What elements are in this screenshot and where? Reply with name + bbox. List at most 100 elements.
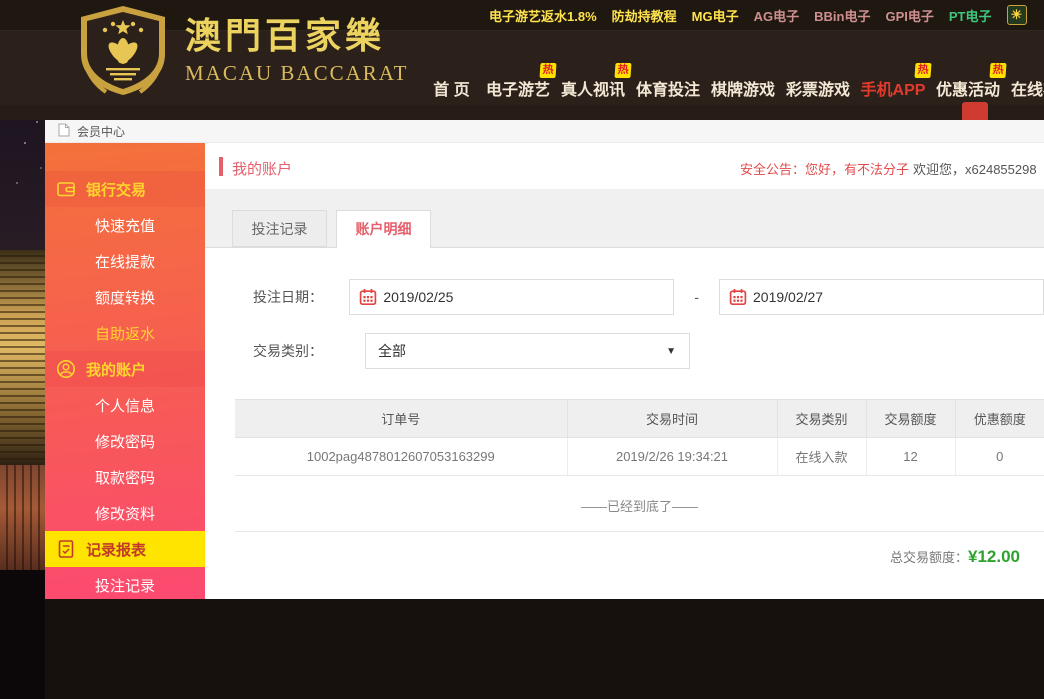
report-icon xyxy=(55,538,77,560)
sidebar-item-label: 自助返水 xyxy=(95,323,155,344)
logo-title-cn: 澳門百家樂 xyxy=(185,18,408,54)
col-order-number: 订单号 xyxy=(235,400,567,438)
header-shadow-band xyxy=(0,105,1044,120)
sidebar-item-betting-records[interactable]: 投注记录 xyxy=(45,567,205,603)
hot-badge: 热 xyxy=(539,63,556,78)
title-accent-bar xyxy=(219,157,223,176)
date-separator: - xyxy=(694,289,699,305)
sidebar-item-label: 修改密码 xyxy=(95,431,155,452)
site-logo[interactable]: 澳門百家樂 MACAU BACCARAT xyxy=(75,4,408,103)
document-icon xyxy=(58,123,70,140)
sidebar-item-change-password[interactable]: 修改密码 xyxy=(45,423,205,459)
security-notice: 安全公告：您好，有不法分子 xyxy=(740,159,909,178)
calendar-icon xyxy=(729,288,747,306)
nav-label-cn: 真人视讯 xyxy=(561,76,625,100)
cell-transaction-type: 在线入款 xyxy=(777,438,866,476)
total-row: 总交易额度：¥12.00 xyxy=(205,547,1044,567)
welcome-text: 欢迎您，x624855298（ xyxy=(913,159,1044,178)
calendar-icon xyxy=(359,288,377,306)
sidebar-section-label: 我的账户 xyxy=(86,359,146,380)
sidebar-section-bank-transactions[interactable]: 银行交易 xyxy=(45,171,205,207)
breadcrumb-label: 会员中心 xyxy=(77,123,125,140)
date-from-input[interactable]: 2019/02/25 xyxy=(349,279,674,315)
nav-label-cn: 电子游艺 xyxy=(486,76,550,100)
cell-transaction-time: 2019/2/26 19:34:21 xyxy=(567,438,777,476)
transaction-type-select[interactable]: 全部 ▼ xyxy=(365,333,690,369)
tab-account-details[interactable]: 账户明细 xyxy=(336,210,431,248)
nav-label-cn: 手机APP xyxy=(861,76,926,100)
cell-bonus-amount: 0 xyxy=(955,438,1044,476)
sidebar-item-label: 投注记录 xyxy=(95,575,155,596)
sidebar-item-online-withdrawal[interactable]: 在线提款 xyxy=(45,243,205,279)
nav-label-cn: 首 页 xyxy=(433,76,469,100)
date-from-value: 2019/02/25 xyxy=(383,289,453,305)
total-value: ¥12.00 xyxy=(968,547,1020,566)
cell-transaction-amount: 12 xyxy=(866,438,955,476)
building-photo xyxy=(0,465,45,575)
nav-label-cn: 彩票游戏 xyxy=(786,76,850,100)
sidebar-item-label: 在线提款 xyxy=(95,251,155,272)
topbar-link-antihijack[interactable]: 防劫持教程 xyxy=(612,6,677,25)
user-icon xyxy=(55,358,77,380)
sidebar-item-personal-info[interactable]: 个人信息 xyxy=(45,387,205,423)
logo-text: 澳門百家樂 MACAU BACCARAT xyxy=(185,4,408,86)
tab-betting-records[interactable]: 投注记录 xyxy=(232,210,327,247)
date-label: 投注日期： xyxy=(253,287,349,307)
nav-label-cn: 优惠活动 xyxy=(936,76,1000,100)
title-band: 我的账户 安全公告：您好，有不法分子 欢迎您，x624855298（ xyxy=(205,143,1044,190)
background-photo xyxy=(0,100,45,599)
sidebar-item-withdrawal-password[interactable]: 取款密码 xyxy=(45,459,205,495)
date-to-value: 2019/02/27 xyxy=(753,289,823,305)
sidebar-section-my-account[interactable]: 我的账户 xyxy=(45,351,205,387)
ground-decor xyxy=(0,570,45,699)
nav-label-cn: 棋牌游戏 xyxy=(711,76,775,100)
cell-order-number: 1002pag4878012607053163299 xyxy=(235,438,567,476)
promo-badge xyxy=(962,102,988,122)
sidebar-item-edit-profile[interactable]: 修改资料 xyxy=(45,495,205,531)
sun-icon[interactable]: ☀ xyxy=(1007,5,1027,25)
divider xyxy=(235,531,1044,532)
sidebar-item-label: 快速充值 xyxy=(95,215,155,236)
sidebar-item-self-rebate[interactable]: 自助返水 xyxy=(45,315,205,351)
hot-badge: 热 xyxy=(914,63,931,78)
transaction-type-row: 交易类别： 全部 ▼ xyxy=(253,333,1044,369)
sidebar-item-label: 取款密码 xyxy=(95,467,155,488)
hot-badge: 热 xyxy=(614,63,631,78)
col-transaction-amount: 交易额度 xyxy=(866,400,955,438)
chevron-down-icon: ▼ xyxy=(666,346,676,357)
table-row: 1002pag4878012607053163299 2019/2/26 19:… xyxy=(235,438,1044,476)
nav-label-cn: 在线客服 xyxy=(1011,76,1044,100)
sidebar-section-records-report[interactable]: 记录报表 xyxy=(45,531,205,567)
tab-zone: 投注记录 账户明细 xyxy=(205,190,1044,247)
topbar-link-bbin[interactable]: BBin电子 xyxy=(814,6,870,25)
date-to-input[interactable]: 2019/02/27 xyxy=(719,279,1044,315)
type-label: 交易类别： xyxy=(253,341,365,361)
topbar-link-gpi[interactable]: GPI电子 xyxy=(885,6,933,25)
end-of-list-note: ——已经到底了—— xyxy=(235,496,1044,515)
col-transaction-type: 交易类别 xyxy=(777,400,866,438)
page-title: 我的账户 xyxy=(232,158,292,179)
sidebar-item-label: 修改资料 xyxy=(95,503,155,524)
total-label: 总交易额度： xyxy=(890,550,968,565)
sidebar-item-label: 额度转换 xyxy=(95,287,155,308)
transactions-table: 订单号 交易时间 交易类别 交易额度 优惠额度 1002pag487801260… xyxy=(235,399,1044,476)
sidebar-section-label: 记录报表 xyxy=(86,539,146,560)
hot-badge: 热 xyxy=(989,63,1006,78)
breadcrumb: 会员中心 xyxy=(45,120,1044,143)
topbar-link-ag[interactable]: AG电子 xyxy=(754,6,800,25)
member-sidebar: 银行交易 快速充值 在线提款 额度转换 自助返水 我的账户 个人信息 修改密码 … xyxy=(45,143,205,599)
col-bonus-amount: 优惠额度 xyxy=(955,400,1044,438)
topbar-link-mg[interactable]: MG电子 xyxy=(692,6,739,25)
topbar-link-rebate[interactable]: 电子游艺返水1.8% xyxy=(489,6,597,25)
wallet-icon xyxy=(55,178,77,200)
sidebar-item-balance-transfer[interactable]: 额度转换 xyxy=(45,279,205,315)
logo-title-en: MACAU BACCARAT xyxy=(185,61,408,86)
shield-logo-icon xyxy=(75,4,171,103)
sidebar-item-quick-deposit[interactable]: 快速充值 xyxy=(45,207,205,243)
topbar-link-pt[interactable]: PT电子 xyxy=(949,6,992,25)
main-content: 我的账户 安全公告：您好，有不法分子 欢迎您，x624855298（ 投注记录 … xyxy=(205,143,1044,599)
account-details-panel: 投注日期： 2019/02/25 - xyxy=(205,247,1044,599)
col-transaction-time: 交易时间 xyxy=(567,400,777,438)
sidebar-section-label: 银行交易 xyxy=(86,179,146,200)
sidebar-item-label: 个人信息 xyxy=(95,395,155,416)
